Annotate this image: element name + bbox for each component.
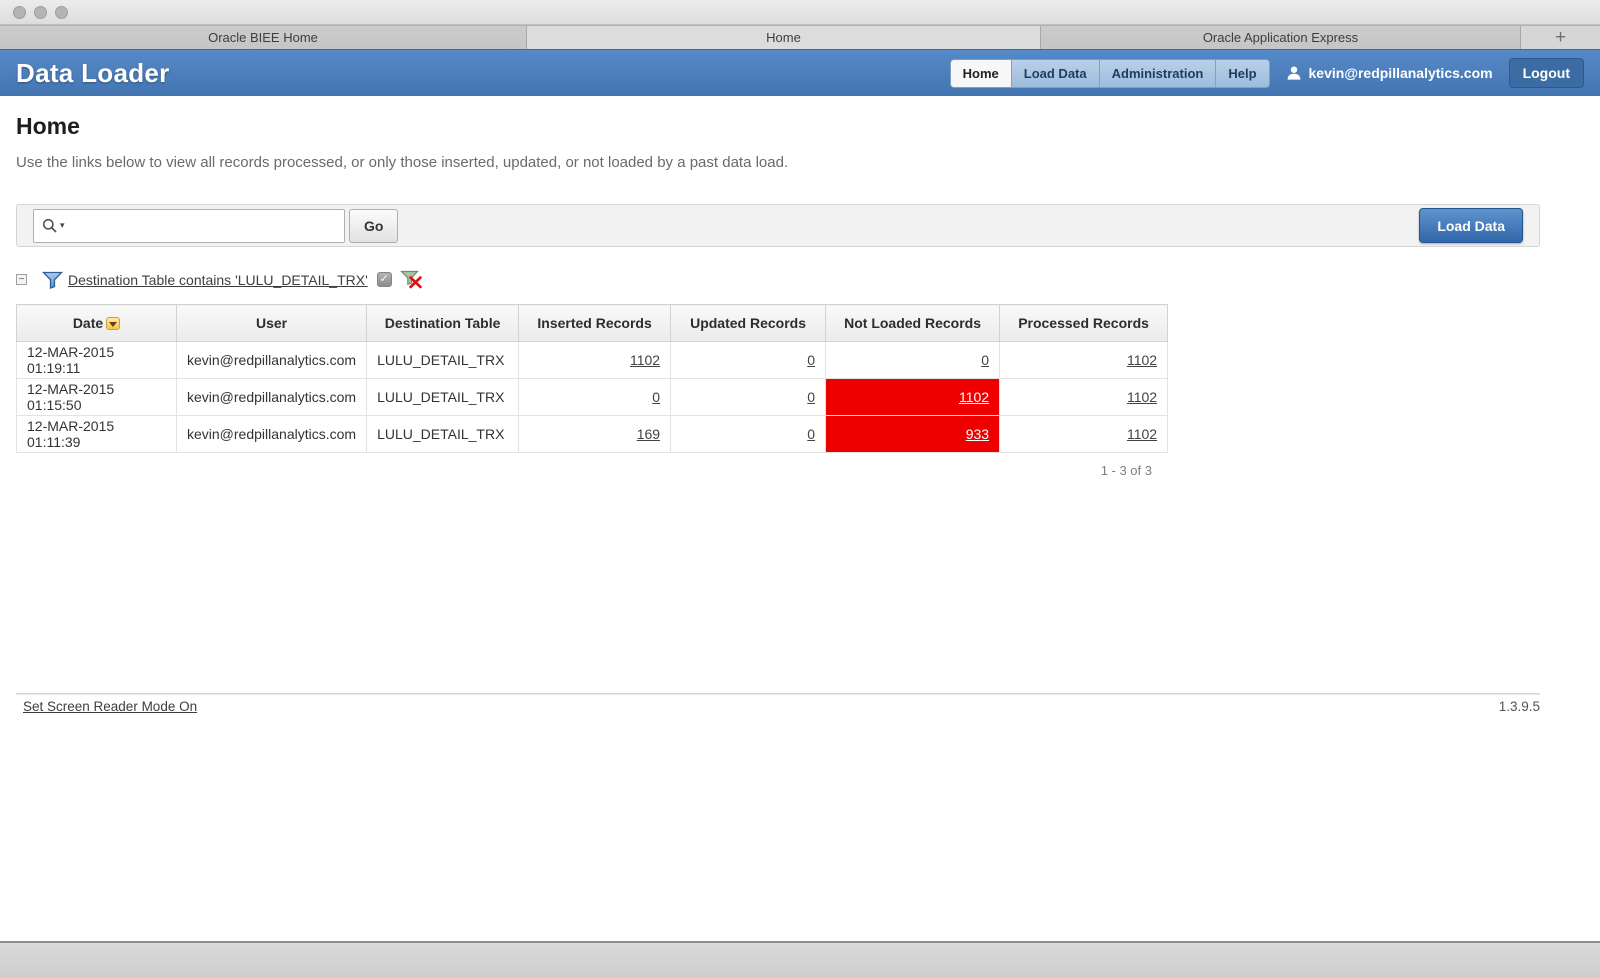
browser-tab-bar: Oracle BIEE Home Home Oracle Application… [0,25,1600,49]
column-header-destination-table[interactable]: Destination Table [366,304,520,342]
column-header-label: Date [72,315,104,331]
column-header-inserted-records[interactable]: Inserted Records [518,304,672,342]
search-icon [42,218,58,234]
cell-updated-records: 0 [670,378,827,416]
record-count-link[interactable]: 0 [807,352,815,368]
table-row: 12-MAR-2015 01:15:50 kevin@redpillanalyti… [16,378,1169,416]
filter-enabled-checkbox[interactable]: ✓ [376,272,392,287]
window-zoom-button[interactable] [55,5,68,19]
cell-user: kevin@redpillanalytics.com [175,378,368,416]
chevron-down-icon: ▾ [60,220,65,230]
tab-label: Home [766,30,801,45]
record-count-link[interactable]: 1102 [1127,426,1157,442]
go-button[interactable]: Go [349,208,399,243]
nav-tab-help[interactable]: Help [1216,58,1270,88]
browser-status-bar [0,941,1600,977]
plus-icon: + [1554,26,1567,48]
filter-funnel-icon [42,271,63,289]
table-body: 12-MAR-2015 01:19:11 kevin@redpillanalyti… [16,341,1169,453]
column-header-date[interactable]: Date [16,304,177,342]
cell-processed-records: 1102 [999,341,1169,379]
record-count-link[interactable]: 933 [966,426,989,442]
filter-row: − Destination Table contains 'LULU_DETAI… [16,270,1584,289]
search-input[interactable] [33,208,345,243]
main-content: Home Use the links below to view all rec… [0,113,1600,478]
cell-date: 12-MAR-2015 01:11:39 [16,415,177,453]
record-count-link[interactable]: 0 [807,389,815,405]
data-load-report-table: Date User Destination Table Inserted Rec… [16,304,1169,453]
record-count-link[interactable]: 1102 [630,352,660,368]
person-icon [1286,65,1302,81]
cell-inserted-records: 169 [518,415,672,453]
main-navigation: Home Load Data Administration Help [949,58,1270,88]
remove-filter-icon[interactable] [399,270,423,289]
user-chip: kevin@redpillanalytics.com [1286,65,1493,81]
browser-tab-home[interactable]: Home [527,26,1041,49]
tab-label: Oracle Application Express [1202,30,1359,45]
browser-tab-oracle-biee-home[interactable]: Oracle BIEE Home [0,26,527,49]
window-titlebar [0,0,1600,25]
cell-processed-records: 1102 [999,415,1169,453]
cell-destination-table: LULU_DETAIL_TRX [366,341,520,379]
page-description: Use the links below to view all records … [16,154,789,171]
cell-not-loaded-records: 1102 [825,378,1001,416]
record-count-link[interactable]: 0 [981,352,989,368]
report-toolbar: ▾ Go Load Data [16,204,1540,247]
load-data-button[interactable]: Load Data [1419,208,1523,243]
table-header-row: Date User Destination Table Inserted Rec… [16,304,1169,342]
nav-tab-administration[interactable]: Administration [1099,58,1217,88]
column-header-processed-records[interactable]: Processed Records [999,304,1169,342]
nav-tab-load-data[interactable]: Load Data [1011,58,1100,88]
record-count-link[interactable]: 1102 [1127,352,1157,368]
column-header-not-loaded-records[interactable]: Not Loaded Records [825,304,1001,342]
table-row: 12-MAR-2015 01:19:11 kevin@redpillanalyti… [16,341,1169,379]
table-row: 12-MAR-2015 01:11:39 kevin@redpillanalyti… [16,415,1169,453]
cell-updated-records: 0 [670,341,827,379]
record-count-link[interactable]: 1102 [959,389,989,405]
app-header: Data Loader Home Load Data Administratio… [0,49,1600,96]
cell-user: kevin@redpillanalytics.com [175,341,368,379]
search-column-menu-button[interactable]: ▾ [42,218,65,234]
record-count-link[interactable]: 0 [807,426,815,442]
cell-not-loaded-records: 0 [825,341,1001,379]
window-close-button[interactable] [13,5,26,19]
cell-not-loaded-records: 933 [825,415,1001,453]
cell-user: kevin@redpillanalytics.com [175,415,368,453]
pagination-label: 1 - 3 of 3 [1100,463,1152,478]
cell-destination-table: LULU_DETAIL_TRX [366,415,520,453]
filter-condition-link[interactable]: Destination Table contains 'LULU_DETAIL_… [68,272,368,288]
search-wrap: ▾ [33,208,345,243]
header-right: Home Load Data Administration Help kevin… [949,58,1584,88]
user-email: kevin@redpillanalytics.com [1308,65,1493,81]
cell-date: 12-MAR-2015 01:15:50 [16,378,177,416]
nav-tab-home[interactable]: Home [949,58,1012,88]
screen-reader-mode-link[interactable]: Set Screen Reader Mode On [23,699,197,714]
record-count-link[interactable]: 169 [637,426,660,442]
cell-date: 12-MAR-2015 01:19:11 [16,341,177,379]
new-tab-button[interactable]: + [1521,26,1600,49]
cell-inserted-records: 0 [518,378,672,416]
record-count-link[interactable]: 1102 [1127,389,1157,405]
sort-descending-icon[interactable] [106,317,121,330]
cell-destination-table: LULU_DETAIL_TRX [366,378,520,416]
window-minimize-button[interactable] [34,5,47,19]
column-header-user[interactable]: User [175,304,368,342]
cell-inserted-records: 1102 [518,341,672,379]
record-count-link[interactable]: 0 [652,389,660,405]
tab-label: Oracle BIEE Home [208,30,318,45]
column-header-updated-records[interactable]: Updated Records [670,304,827,342]
app-title: Data Loader [16,57,170,88]
collapse-filters-button[interactable]: − [16,274,27,285]
logout-button[interactable]: Logout [1508,58,1584,88]
browser-tab-oracle-application-express[interactable]: Oracle Application Express [1041,26,1521,49]
cell-processed-records: 1102 [999,378,1169,416]
app-version: 1.3.9.5 [1498,699,1540,714]
page-title: Home [16,113,80,139]
cell-updated-records: 0 [670,415,827,453]
footer-divider [16,693,1540,695]
